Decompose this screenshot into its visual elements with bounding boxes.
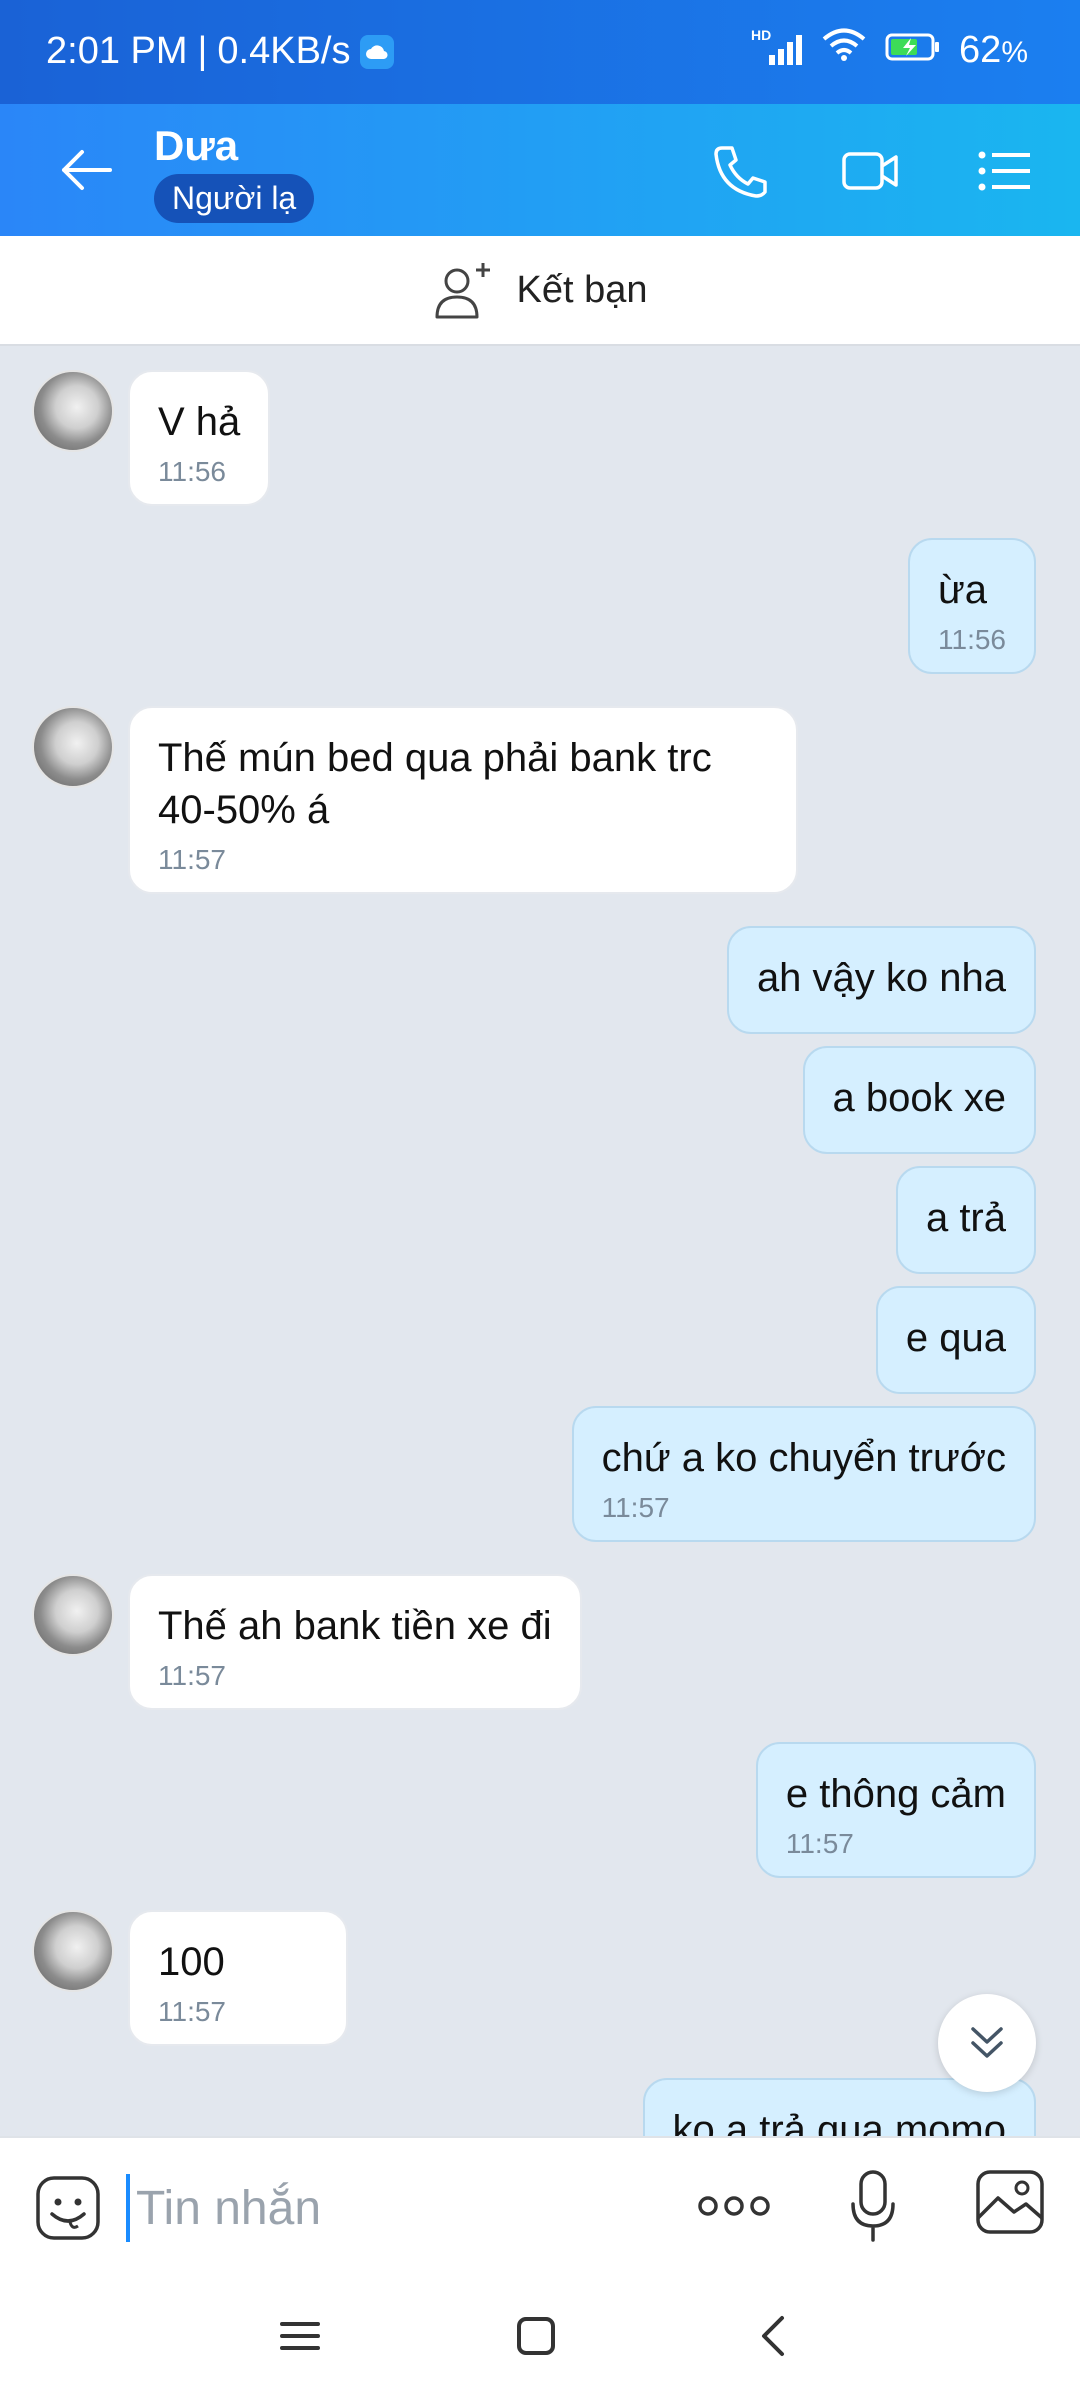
battery-icon xyxy=(885,29,941,72)
message-input[interactable] xyxy=(126,2174,638,2242)
battery-level: 62% xyxy=(959,29,1028,72)
message-time: 11:56 xyxy=(158,456,226,487)
message-text: Thế mún bed qua phải bank trc 40-50% á xyxy=(158,736,712,832)
message-bubble-incoming[interactable]: V hả 11:56 xyxy=(128,370,271,506)
phone-icon xyxy=(714,146,767,198)
avatar[interactable] xyxy=(32,706,114,788)
battery-value: 62 xyxy=(959,28,1002,71)
battery-unit: % xyxy=(1001,35,1028,69)
avatar[interactable] xyxy=(32,1910,114,1992)
emoji-button[interactable] xyxy=(34,2174,102,2247)
message-composer xyxy=(0,2136,1080,2278)
add-user-icon xyxy=(435,263,490,319)
message-text: a trả xyxy=(925,1196,1006,1240)
message-bubble-outgoing[interactable]: e thông cảm 11:57 xyxy=(755,1742,1036,1878)
system-back-button[interactable] xyxy=(752,2314,796,2363)
chevron-left-icon xyxy=(762,2316,784,2356)
chevron-double-down-icon xyxy=(971,2027,1003,2058)
message-text: Thế ah bank tiền xe đi xyxy=(158,1604,552,1648)
message-text: e thông cảm xyxy=(785,1772,1006,1816)
message-bubble-outgoing[interactable]: ừa 11:56 xyxy=(908,538,1036,674)
message-text: ừa xyxy=(938,568,988,612)
message-time: 11:57 xyxy=(601,1492,670,1523)
video-camera-icon xyxy=(842,152,898,190)
list-menu-icon xyxy=(978,151,1030,191)
cloud-icon xyxy=(360,34,395,69)
message-text: e qua xyxy=(905,1316,1006,1360)
message-text: 100 xyxy=(158,1940,225,1984)
image-icon xyxy=(976,2170,1044,2234)
message-bubble-outgoing[interactable]: a trả xyxy=(895,1166,1036,1274)
message-text: ah vậy ko nha xyxy=(756,956,1006,1000)
message-time: 11:57 xyxy=(785,1828,854,1859)
avatar[interactable] xyxy=(32,1574,114,1656)
home-button[interactable] xyxy=(514,2314,558,2363)
menu-button[interactable] xyxy=(974,144,1034,198)
message-bubble-outgoing[interactable]: ah vậy ko nha xyxy=(726,926,1036,1034)
add-friend-label: Kết bạn xyxy=(516,268,648,311)
message-bubble-incoming[interactable]: Thế mún bed qua phải bank trc 40-50% á 1… xyxy=(128,706,798,894)
message-time: 11:57 xyxy=(158,1660,226,1691)
network-type: HD xyxy=(751,27,772,43)
chat-header: Dưa Người lạ xyxy=(0,104,1080,236)
square-icon xyxy=(517,2317,555,2355)
message-time: 11:56 xyxy=(938,624,1006,655)
message-list[interactable]: V hả 11:56 ừa 11:56 Thế mún bed qua phải… xyxy=(0,344,1080,2136)
more-options-button[interactable] xyxy=(696,2188,772,2229)
contact-name[interactable]: Dưa xyxy=(154,122,238,170)
stranger-badge: Người lạ xyxy=(154,174,315,223)
status-separator: | xyxy=(197,30,208,72)
back-button[interactable] xyxy=(56,144,116,196)
status-speed: 0.4KB/s xyxy=(217,30,351,72)
menu-icon xyxy=(280,2322,320,2350)
status-left: 2:01 PM | 0.4KB/s xyxy=(46,30,395,73)
message-text: chứ a ko chuyển trước xyxy=(601,1436,1006,1480)
message-bubble-outgoing[interactable]: e qua xyxy=(875,1286,1036,1394)
avatar[interactable] xyxy=(32,370,114,452)
scroll-to-bottom-button[interactable] xyxy=(938,1994,1036,2092)
signal-icon: HD xyxy=(751,27,803,67)
status-bar: 2:01 PM | 0.4KB/s HD 62% xyxy=(0,0,1080,104)
emoji-icon xyxy=(36,2176,100,2240)
message-time: 11:57 xyxy=(158,1996,226,2027)
gallery-button[interactable] xyxy=(974,2168,1046,2241)
message-text: V hả xyxy=(158,400,241,444)
status-right: HD 62% xyxy=(751,27,1028,72)
recent-apps-button[interactable] xyxy=(278,2314,322,2363)
system-nav-bar xyxy=(0,2276,1080,2400)
message-bubble-incoming[interactable]: 100 11:57 xyxy=(128,1910,348,2046)
voice-button[interactable] xyxy=(848,2168,898,2249)
message-text: ko a trả qua momo xyxy=(672,2108,1007,2136)
wifi-icon xyxy=(821,28,867,72)
message-bubble-incoming[interactable]: Thế ah bank tiền xe đi 11:57 xyxy=(128,1574,582,1710)
message-bubble-outgoing[interactable]: a book xe xyxy=(802,1046,1036,1154)
message-time: 11:57 xyxy=(158,844,226,875)
message-text: a book xe xyxy=(832,1076,1006,1120)
call-button[interactable] xyxy=(710,144,770,198)
add-friend-button[interactable]: Kết bạn xyxy=(0,236,1080,346)
status-time: 2:01 PM xyxy=(46,30,188,72)
microphone-icon xyxy=(851,2170,895,2242)
message-bubble-outgoing[interactable]: chứ a ko chuyển trước 11:57 xyxy=(571,1406,1036,1542)
arrow-left-icon xyxy=(62,150,112,190)
more-dots-icon xyxy=(698,2196,770,2216)
video-call-button[interactable] xyxy=(840,144,900,198)
